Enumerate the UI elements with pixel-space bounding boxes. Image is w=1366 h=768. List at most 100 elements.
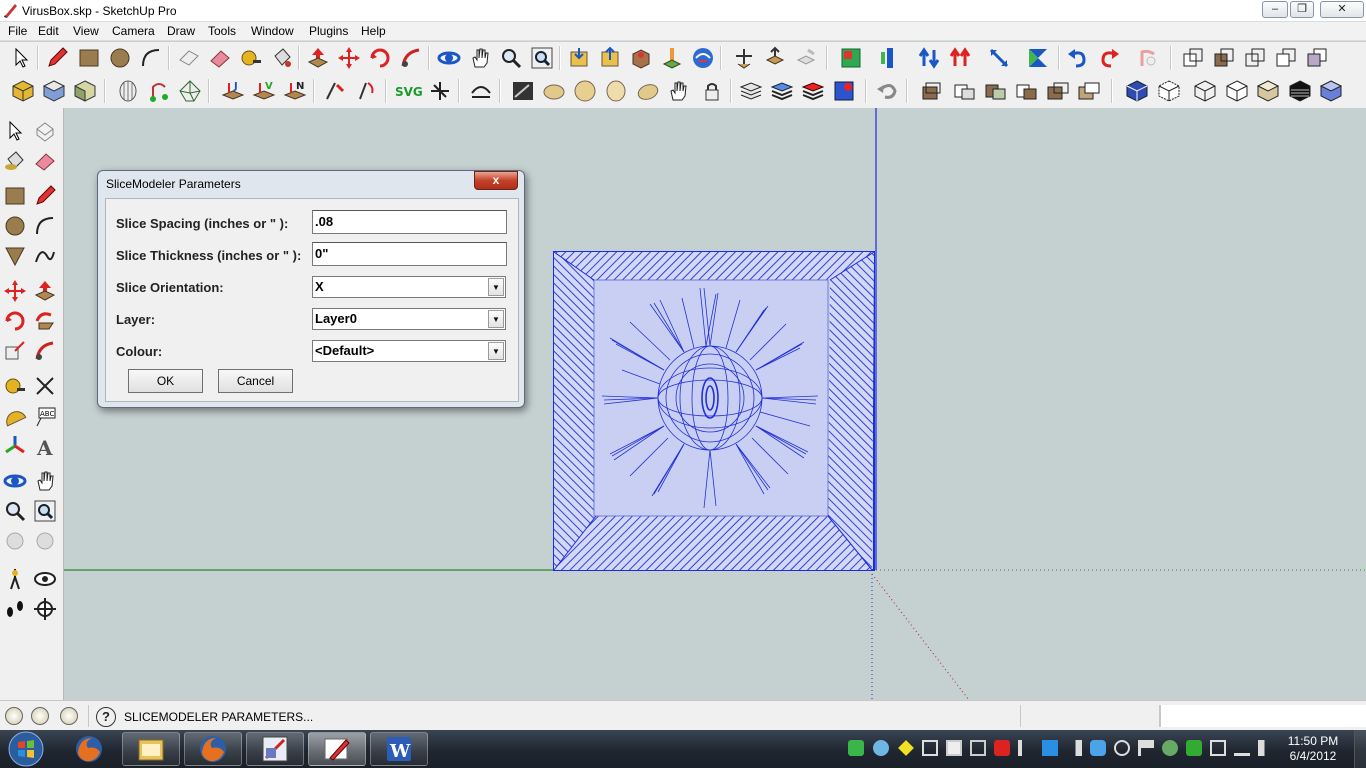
- measurements-input[interactable]: [1160, 705, 1366, 727]
- menu-help[interactable]: Help: [361, 24, 386, 38]
- menu-camera[interactable]: Camera: [112, 24, 155, 38]
- tray-signal-icon[interactable]: [1066, 740, 1082, 756]
- maximize-button[interactable]: ❐: [1290, 1, 1314, 18]
- chevron-down-icon[interactable]: ▼: [488, 278, 504, 296]
- cancel-button[interactable]: Cancel: [218, 369, 293, 393]
- dialog-close-button[interactable]: x: [474, 171, 518, 190]
- chevron-down-icon[interactable]: ▼: [488, 342, 504, 360]
- hand-icon[interactable]: [665, 78, 691, 104]
- undo-gray-icon[interactable]: [874, 78, 900, 104]
- view-box-icon[interactable]: [1224, 78, 1250, 104]
- taskbar-paint[interactable]: [308, 732, 366, 766]
- position-camera-icon[interactable]: [2, 566, 28, 592]
- taskbar-explorer[interactable]: [122, 732, 180, 766]
- slice-spacing-input[interactable]: .08: [312, 210, 507, 234]
- components-icon[interactable]: [628, 45, 654, 71]
- drape-icon[interactable]: [146, 78, 172, 104]
- blackboard-icon[interactable]: [510, 78, 536, 104]
- tray-check-icon[interactable]: [1186, 740, 1202, 756]
- pan-icon[interactable]: [467, 45, 493, 71]
- orbit-icon[interactable]: [2, 468, 28, 494]
- menu-window[interactable]: Window: [251, 24, 294, 38]
- axes-icon[interactable]: [2, 433, 28, 459]
- tape-measure-icon[interactable]: [238, 45, 264, 71]
- offset-icon[interactable]: [32, 338, 58, 364]
- select-icon[interactable]: [8, 45, 34, 71]
- sphere-icon[interactable]: [541, 78, 567, 104]
- flip-icon[interactable]: [876, 45, 902, 71]
- view-blue-icon[interactable]: [1318, 78, 1344, 104]
- iso-view-icon[interactable]: [10, 78, 36, 104]
- pencil-icon[interactable]: [32, 183, 58, 209]
- mirror-icon[interactable]: [1025, 45, 1051, 71]
- back-edges-icon[interactable]: [1211, 45, 1237, 71]
- smoove-icon[interactable]: [177, 78, 203, 104]
- zoom-icon[interactable]: [2, 498, 28, 524]
- zoom-icon[interactable]: [498, 45, 524, 71]
- flip-along-icon[interactable]: [916, 45, 942, 71]
- tray-volume-icon[interactable]: [1258, 740, 1274, 756]
- front-view-icon[interactable]: [72, 78, 98, 104]
- zoom-extents-icon[interactable]: [529, 45, 555, 71]
- join-icon[interactable]: J: [220, 78, 246, 104]
- rotate-icon[interactable]: [367, 45, 393, 71]
- close-button[interactable]: ✕: [1320, 1, 1364, 18]
- slice-icon[interactable]: [947, 45, 973, 71]
- move-icon[interactable]: [2, 278, 28, 304]
- get-models-icon[interactable]: [566, 45, 592, 71]
- chevron-down-icon[interactable]: ▼: [488, 310, 504, 328]
- view-shaded-icon[interactable]: [1255, 78, 1281, 104]
- x-ray-icon[interactable]: [1180, 45, 1206, 71]
- slice-orientation-select[interactable]: X ▼: [312, 276, 506, 298]
- eraser-icon[interactable]: [207, 45, 233, 71]
- ball-icon[interactable]: [572, 78, 598, 104]
- rotate-icon[interactable]: [2, 308, 28, 334]
- share-model-icon[interactable]: [597, 45, 623, 71]
- select-icon[interactable]: [2, 118, 28, 144]
- rectangle-icon[interactable]: [76, 45, 102, 71]
- section-fill-icon[interactable]: [983, 78, 1009, 104]
- tray-monitor-icon[interactable]: [1042, 740, 1058, 756]
- tray-clock-icon[interactable]: [1114, 740, 1130, 756]
- taskbar-firefox-2[interactable]: [184, 732, 242, 766]
- view-iso-icon[interactable]: [1156, 78, 1182, 104]
- freehand-icon[interactable]: [32, 243, 58, 269]
- user-icon[interactable]: [60, 707, 78, 725]
- taskbar-clock[interactable]: 11:50 PM 6/4/2012: [1278, 734, 1348, 764]
- view-cube-icon[interactable]: [1124, 78, 1150, 104]
- shaded-icon[interactable]: [1304, 45, 1330, 71]
- credits-icon[interactable]: [31, 707, 49, 725]
- follow-me-icon[interactable]: [398, 45, 424, 71]
- google-earth-icon[interactable]: [690, 45, 716, 71]
- ball-icon[interactable]: [634, 78, 660, 104]
- curve-icon[interactable]: [468, 78, 494, 104]
- move-icon[interactable]: [336, 45, 362, 71]
- layers-icon[interactable]: [738, 78, 764, 104]
- top-view-icon[interactable]: [41, 78, 67, 104]
- tray-network-app-icon[interactable]: [848, 740, 864, 756]
- ok-button[interactable]: OK: [128, 369, 203, 393]
- svg-export-icon[interactable]: SVG: [394, 78, 424, 104]
- minimize-button[interactable]: –: [1262, 1, 1288, 18]
- tray-database-icon[interactable]: [1090, 740, 1106, 756]
- tape-measure-icon[interactable]: [2, 373, 28, 399]
- paint-bucket-icon[interactable]: [2, 148, 28, 174]
- geolocation-icon[interactable]: [5, 707, 23, 725]
- taskbar-firefox[interactable]: [60, 732, 118, 766]
- redo-icon[interactable]: [1096, 45, 1122, 71]
- disabled-icon[interactable]: [1135, 45, 1161, 71]
- polygon-icon[interactable]: [2, 243, 28, 269]
- tray-globe-icon[interactable]: [1162, 740, 1178, 756]
- protractor-icon[interactable]: [2, 403, 28, 429]
- axes-arrows-icon[interactable]: [731, 45, 757, 71]
- orbit-icon[interactable]: [436, 45, 462, 71]
- lock-icon[interactable]: [699, 78, 725, 104]
- menu-plugins[interactable]: Plugins: [309, 24, 348, 38]
- section-icon[interactable]: [918, 78, 944, 104]
- paint-bucket-icon[interactable]: [269, 45, 295, 71]
- taskbar-sketchup[interactable]: [246, 732, 304, 766]
- share-component-icon[interactable]: [762, 45, 788, 71]
- vertex-icon[interactable]: V: [251, 78, 277, 104]
- tray-device-icon[interactable]: [946, 740, 962, 756]
- colour-select[interactable]: <Default> ▼: [312, 340, 506, 362]
